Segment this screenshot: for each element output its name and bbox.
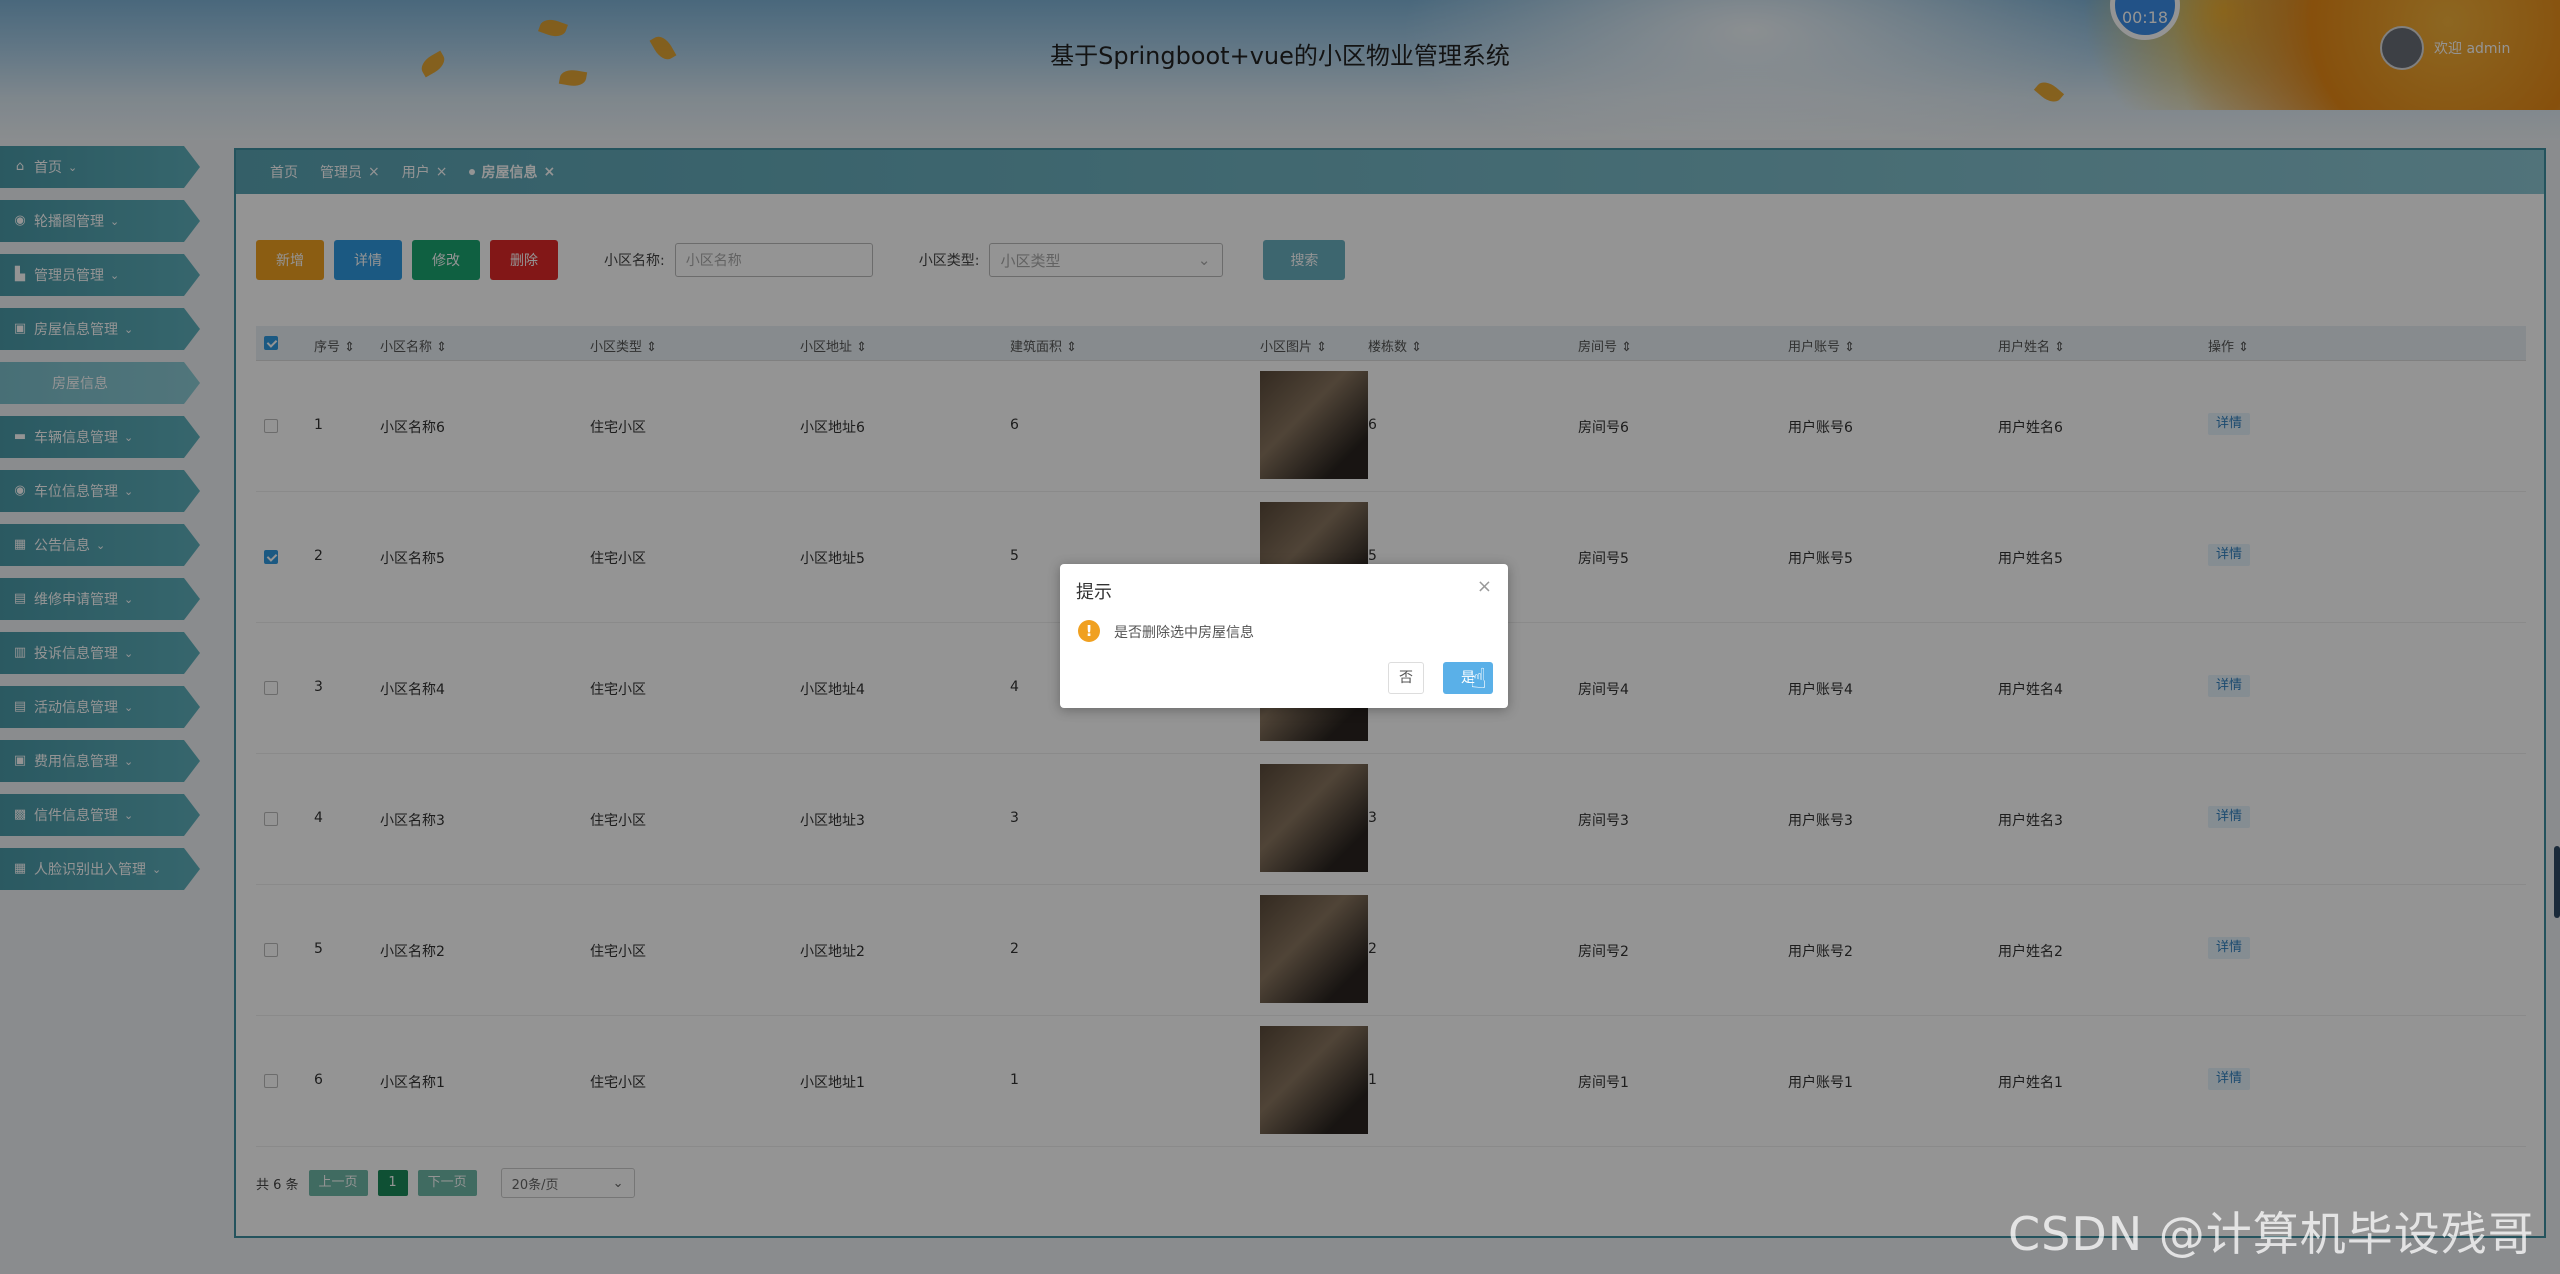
dialog-title: 提示 xyxy=(1076,582,1112,603)
dialog-no-button[interactable]: 否 xyxy=(1388,662,1424,694)
warning-icon: ! xyxy=(1078,620,1100,642)
page-scrollbar[interactable] xyxy=(2554,846,2560,918)
confirm-dialog: 提示 × ! 是否删除选中房屋信息 否 是 xyxy=(1060,564,1508,708)
hand-pointer-icon: ☝ xyxy=(1470,662,1488,695)
dialog-message: 是否删除选中房屋信息 xyxy=(1114,625,1254,641)
watermark-text: CSDN @计算机毕设残哥 xyxy=(2008,1207,2535,1261)
close-icon[interactable]: × xyxy=(1477,576,1492,597)
